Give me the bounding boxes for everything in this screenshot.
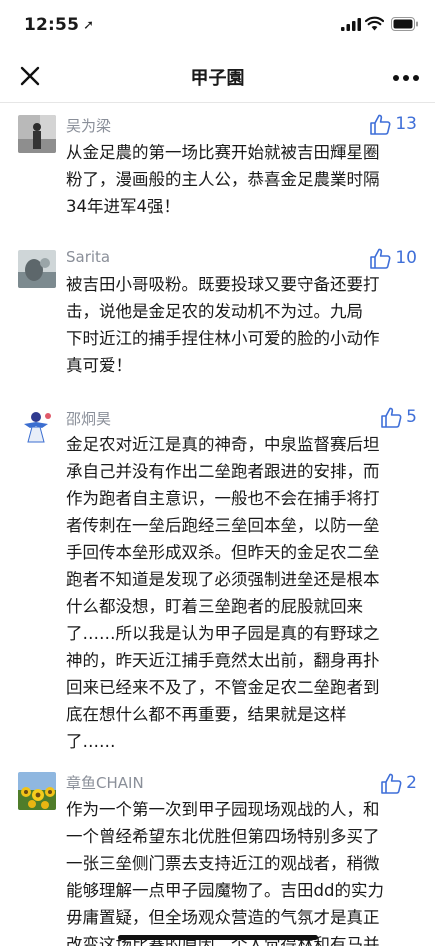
like-count: 5 bbox=[406, 407, 417, 427]
comment-username[interactable]: Sarita bbox=[66, 248, 110, 266]
like-button[interactable]: 5 bbox=[380, 405, 417, 429]
navigation-bar: 甲子園 bbox=[0, 50, 435, 103]
thumbs-up-icon bbox=[370, 248, 391, 269]
avatar[interactable] bbox=[18, 250, 56, 288]
thumbs-up-icon bbox=[381, 407, 402, 428]
battery-icon bbox=[391, 17, 418, 31]
comment-list: 吴为梁 13 从金足農的第一场比赛开始就被吉田輝星圈 粉了，漫画般的主人公，恭喜… bbox=[0, 103, 435, 946]
comment-username[interactable]: 邵炯昊 bbox=[66, 408, 111, 429]
like-count: 13 bbox=[395, 114, 417, 134]
more-options-icon[interactable] bbox=[392, 74, 420, 82]
location-arrow-icon: ➚ bbox=[83, 18, 95, 33]
avatar[interactable] bbox=[18, 115, 56, 153]
status-bar: 12:55 ➚ bbox=[0, 0, 435, 50]
comment-username[interactable]: 章鱼CHAIN bbox=[66, 772, 144, 793]
thumbs-up-icon bbox=[370, 114, 391, 135]
like-button[interactable]: 13 bbox=[369, 112, 417, 136]
comment-text: 从金足農的第一场比赛开始就被吉田輝星圈 粉了，漫画般的主人公，恭喜金足農業时隔 … bbox=[66, 143, 380, 216]
page-title: 甲子園 bbox=[190, 68, 245, 89]
like-button[interactable]: 10 bbox=[369, 246, 417, 270]
home-indicator[interactable] bbox=[118, 935, 318, 940]
avatar[interactable] bbox=[18, 408, 56, 446]
comment-text: 金足农对近江是真的神奇，中泉监督赛后坦 承自己并没有作出二垒跑者跟进的安排，而 … bbox=[66, 435, 380, 751]
thumbs-up-icon bbox=[381, 773, 402, 794]
avatar[interactable] bbox=[18, 772, 56, 810]
like-count: 2 bbox=[406, 773, 417, 793]
wifi-icon bbox=[365, 16, 384, 31]
status-time: 12:55 ➚ bbox=[24, 15, 95, 35]
signal-icon bbox=[341, 18, 361, 31]
like-count: 10 bbox=[395, 248, 417, 268]
comment-text: 被吉田小哥吸粉。既要投球又要守备还要打 击，说他是金足农的发动机不为过。九局 下… bbox=[66, 275, 380, 375]
comment-text: 作为一个第一次到甲子园现场观战的人，和 一个曾经希望东北优胜但第四场特别多买了 … bbox=[66, 800, 384, 946]
like-button[interactable]: 2 bbox=[380, 771, 417, 795]
comment-username[interactable]: 吴为梁 bbox=[66, 115, 111, 136]
